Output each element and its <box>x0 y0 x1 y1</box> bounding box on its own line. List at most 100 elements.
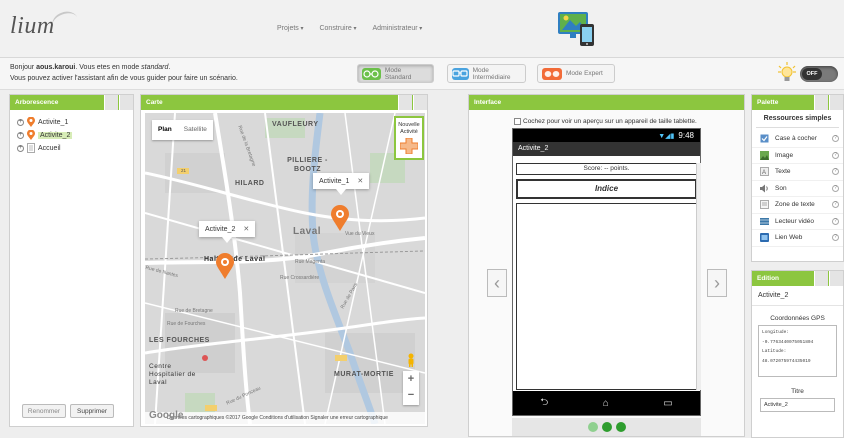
street-label: Vue du Vieux <box>345 231 375 237</box>
indice-button[interactable]: Indice <box>516 179 697 199</box>
tree-item[interactable]: + Accueil <box>17 142 61 154</box>
palette-item-label: Texte <box>775 168 791 176</box>
palette-item-web-link[interactable]: Lien Web? <box>752 230 843 247</box>
help-icon[interactable]: ? <box>832 184 839 192</box>
minimize-button[interactable] <box>814 271 828 286</box>
rename-button[interactable]: Renommer <box>22 404 66 418</box>
maximize-button[interactable] <box>829 95 843 110</box>
page-icon <box>27 143 35 153</box>
help-icon[interactable]: ? <box>832 135 839 143</box>
assistant-toggle[interactable]: OFF <box>800 66 838 82</box>
close-icon[interactable]: ✕ <box>243 226 249 233</box>
panel-title: Carte <box>146 99 163 106</box>
map-label-halte: Halte... de Laval <box>204 256 266 263</box>
panel-header: Carte <box>141 95 427 110</box>
back-icon[interactable]: ⮌ <box>540 395 548 412</box>
image-icon <box>760 150 769 160</box>
panel-title: Palette <box>757 99 779 106</box>
phone-nav-bar: ⮌ ⌂ ▭ <box>513 391 700 415</box>
home-icon[interactable]: ⌂ <box>603 398 609 409</box>
expand-icon[interactable]: + <box>17 118 24 126</box>
maximize-button[interactable] <box>119 95 133 110</box>
current-mode-name: standard <box>141 64 169 71</box>
mode-intermediate-button[interactable]: Mode Intermédiaire <box>447 64 526 83</box>
tree-item-label: Activite_2 <box>38 131 73 139</box>
pegman-icon[interactable] <box>406 353 416 367</box>
minimize-button[interactable] <box>814 95 828 110</box>
titre-input[interactable]: Activite_2 <box>760 398 835 412</box>
tree-item-selected[interactable]: + Activite_2 <box>17 129 73 141</box>
recent-apps-icon[interactable]: ▭ <box>663 398 672 409</box>
google-map[interactable]: VAUFLEURY PILLIERE - BOOTZ HILARD Laval … <box>145 113 425 424</box>
menu-projets[interactable]: Projets <box>277 25 303 32</box>
expand-icon[interactable]: + <box>17 131 24 139</box>
light-bulb-icon[interactable] <box>778 62 796 84</box>
palette-section-title: Ressources simples <box>756 115 839 128</box>
menu-administrateur[interactable]: Administrateur <box>372 25 422 32</box>
video-icon <box>760 217 769 225</box>
palette-item-image[interactable]: Image? <box>752 148 843 164</box>
palette-item-label: Lecteur vidéo <box>775 217 815 225</box>
help-icon[interactable]: ? <box>832 217 839 225</box>
map-pin-icon <box>27 117 35 127</box>
map-marker-icon[interactable] <box>331 205 349 231</box>
help-icon[interactable]: ? <box>832 201 839 209</box>
zoom-out-button[interactable]: − <box>403 387 419 403</box>
help-icon[interactable]: ? <box>832 168 839 176</box>
minimize-button[interactable] <box>104 95 118 110</box>
checkbox[interactable] <box>514 118 521 125</box>
help-icon[interactable]: ? <box>832 234 839 242</box>
phone-scrollbar[interactable] <box>696 163 701 390</box>
tree-item[interactable]: + Activite_1 <box>17 116 68 128</box>
tablet-preview-checkbox[interactable]: Cochez pour voir un aperçu sur un appare… <box>514 118 697 125</box>
toggle-knob: OFF <box>802 68 822 80</box>
assistant-hint: Vous pouvez activer l'assistant afin de … <box>10 75 238 82</box>
mode-standard-label: Mode Standard <box>384 66 412 81</box>
map-zoom-control: + − <box>403 371 419 405</box>
page-dot[interactable] <box>601 422 612 432</box>
menu-construire[interactable]: Construire <box>319 25 356 32</box>
map-marker-icon[interactable] <box>216 253 234 279</box>
street-label: Rue Crossardière <box>280 275 320 281</box>
text-icon: A <box>760 167 769 177</box>
score-label[interactable]: Score: -- points. <box>516 163 697 175</box>
map-attribution[interactable]: Données cartographiques ©2017 Google Con… <box>145 412 425 424</box>
gps-coordinates-field[interactable]: Longitude: -0.7763440075051804 Latitude:… <box>758 325 837 377</box>
minimize-button[interactable] <box>398 95 412 110</box>
mode-expert-button[interactable]: Mode Expert <box>537 64 615 83</box>
infowindow-label: Activite_2 <box>205 226 236 233</box>
map-label-murat: MURAT-MORTIE <box>334 371 394 378</box>
palette-item-textarea[interactable]: Zone de texte? <box>752 197 843 214</box>
road-badge: 21 <box>181 168 187 173</box>
map-type-plan[interactable]: Plan <box>152 120 178 140</box>
previous-arrow-button[interactable]: ‹ <box>487 269 507 297</box>
expand-icon[interactable]: + <box>17 144 24 152</box>
palette-item-checkbox[interactable]: Case à cocher? <box>752 131 843 148</box>
palette-item-text[interactable]: A Texte? <box>752 164 843 181</box>
phone-body: Score: -- points. Indice <box>516 129 697 415</box>
maximize-button[interactable] <box>829 271 843 286</box>
panel-header: Arborescence <box>10 95 133 110</box>
palette-item-sound[interactable]: Son? <box>752 181 843 197</box>
panel-title: Interface <box>474 99 502 106</box>
help-icon[interactable]: ? <box>832 151 839 159</box>
close-icon[interactable]: ✕ <box>357 178 363 185</box>
mode-standard-button[interactable]: Mode Standard <box>357 64 434 83</box>
arborescence-panel: Arborescence + Activite_1 + Activite_2 +… <box>9 94 134 427</box>
page-dot[interactable] <box>587 422 598 432</box>
top-header: lium Projets Construire Administrateur <box>0 0 844 58</box>
palette-item-label: Lien Web <box>775 234 803 242</box>
app-logo[interactable]: lium <box>10 13 55 40</box>
maximize-button[interactable] <box>413 95 427 110</box>
page-dot[interactable] <box>615 422 626 432</box>
panel-header: Palette <box>752 95 843 110</box>
phone-content-area[interactable] <box>516 203 697 390</box>
map-type-satellite[interactable]: Satellite <box>178 120 213 140</box>
delete-button[interactable]: Supprimer <box>70 404 114 418</box>
street-label: Rue Magenta <box>295 259 326 265</box>
new-activity-button[interactable]: Nouvelle Activité <box>394 116 424 160</box>
next-arrow-button[interactable]: › <box>707 269 727 297</box>
zoom-in-button[interactable]: + <box>403 371 419 387</box>
palette-item-video[interactable]: Lecteur vidéo? <box>752 214 843 230</box>
longitude-label: Longitude: <box>762 330 790 335</box>
